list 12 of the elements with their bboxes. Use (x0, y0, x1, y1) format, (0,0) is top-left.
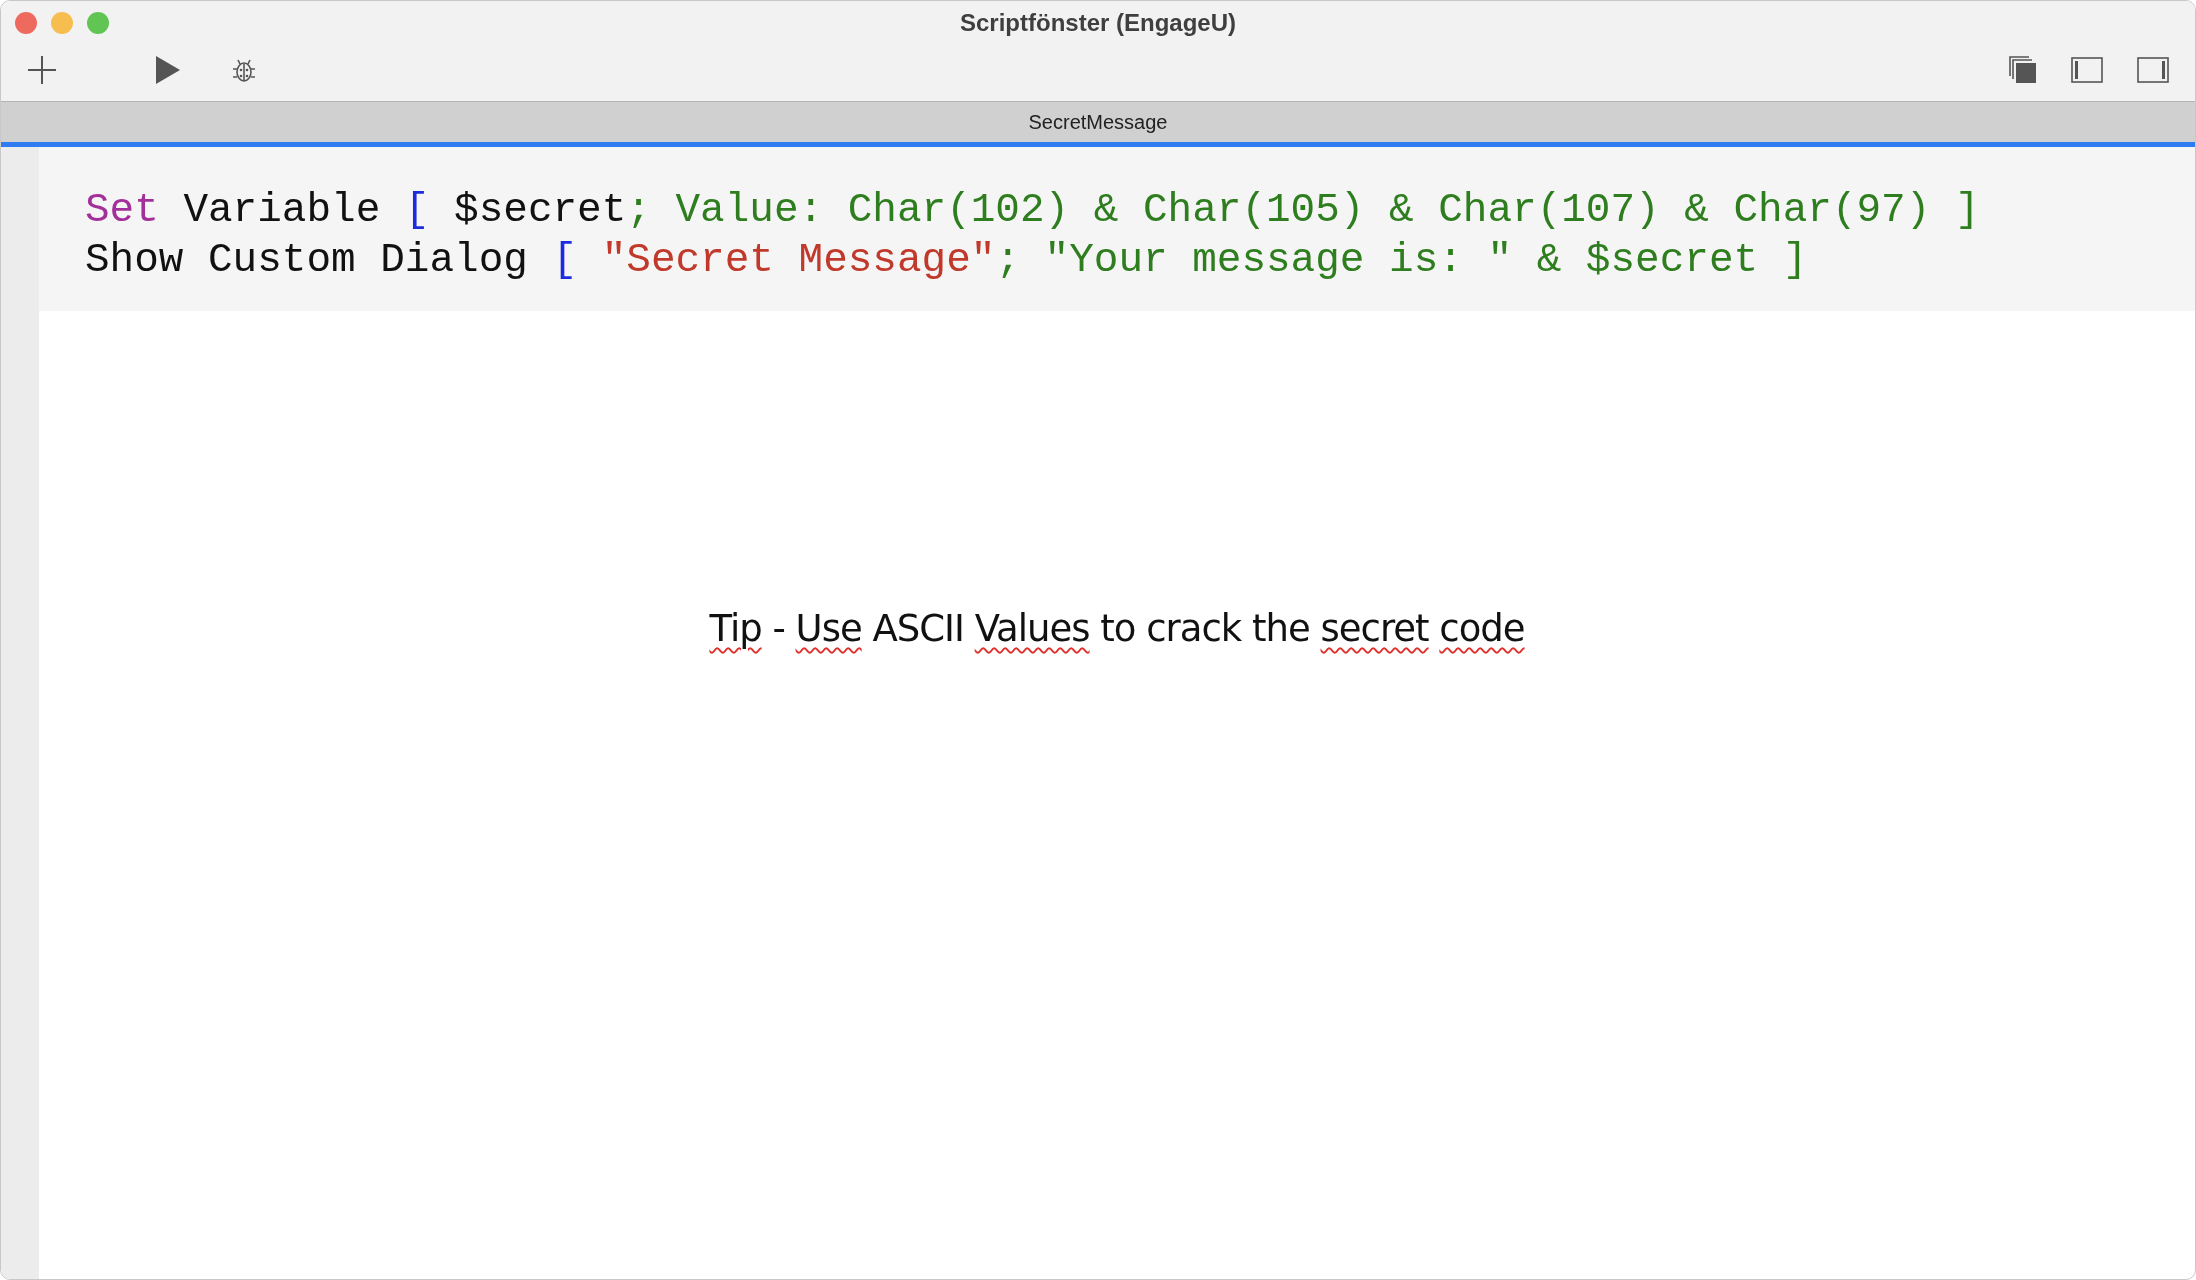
bug-icon[interactable] (232, 57, 256, 83)
script-line: Set Variable [ $secret; Value: Char(102) & Char(105) & Char(107) & Char(97) ] (85, 186, 1981, 235)
close-button[interactable] (15, 12, 37, 34)
window-title: Scriptfönster (EngageU) (960, 8, 1236, 38)
script-line: Show Custom Dialog [ "Secret Message"; "Your message is: " & $secret ] (85, 236, 1809, 285)
play-icon[interactable] (156, 56, 180, 84)
right-sidebar-icon[interactable] (2137, 57, 2169, 83)
script-tab[interactable]: SecretMessage (1, 101, 2195, 147)
add-icon[interactable] (27, 55, 57, 85)
windows-icon[interactable] (2009, 56, 2037, 84)
tip-text: Tip - Use ASCII Values to crack the secret code (709, 606, 1525, 652)
left-sidebar-icon[interactable] (2071, 57, 2103, 83)
